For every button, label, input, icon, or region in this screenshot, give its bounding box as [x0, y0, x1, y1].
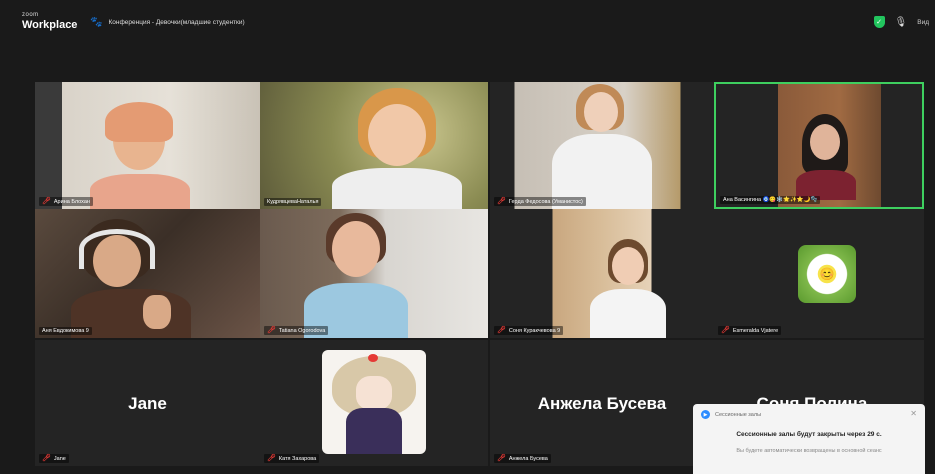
avatar-tile[interactable]: 🎤︎ Катя Захарова: [260, 340, 488, 466]
participant-body: [590, 289, 666, 338]
participant-head: [584, 92, 618, 132]
breakout-rooms-notification: ▶ Сессионные залы ✕ Сессионные залы буду…: [693, 404, 925, 474]
video-tile[interactable]: 🎤︎ Арина Блохан: [35, 82, 260, 209]
participant-body: [90, 174, 190, 209]
top-bar: zoom Workplace 🐾 Конференция - Девочки(м…: [0, 0, 935, 46]
mic-muted-icon: 🎤︎: [721, 327, 730, 334]
logo-big: Workplace: [22, 19, 78, 31]
mic-muted-icon: 🎤︎: [497, 327, 506, 334]
name-only-tile[interactable]: Jane 🎤︎ Jane: [35, 340, 260, 466]
video-tile[interactable]: КудрявцеваНаталья: [260, 82, 488, 209]
video-tile[interactable]: 🎤︎ Tatiana Ogorodova: [260, 209, 488, 338]
anime-character-outfit: [346, 408, 402, 454]
meeting-info[interactable]: 🐾 Конференция - Девочки(младшие студентк…: [90, 17, 245, 28]
microphone-icon[interactable]: 🎙: [895, 17, 908, 28]
smiley-icon: 😊: [819, 267, 835, 281]
notification-subtext: Вы будете автоматически возвращены в осн…: [736, 448, 882, 454]
view-button[interactable]: Вид: [917, 19, 929, 26]
participant-name-tag: 🎤︎ Арина Блохан: [39, 197, 93, 206]
close-icon[interactable]: ✕: [910, 409, 917, 418]
mic-muted-icon: 🎤︎: [267, 327, 276, 334]
mic-muted-icon: 🎤︎: [267, 455, 276, 462]
video-tile-active-speaker[interactable]: Ана Васингина 🧿😋❄️🌟✨⭐🌙🫧: [714, 82, 924, 209]
anime-character-accent: [368, 354, 378, 362]
zoom-icon: ▶: [701, 410, 710, 419]
participant-head: [368, 104, 426, 166]
participant-display-name: Анжела Бусева: [537, 394, 667, 413]
video-tile[interactable]: Аня Евдокимова 9: [35, 209, 260, 338]
headphones: [79, 229, 155, 269]
notification-message: Сессионные залы будут закрыты через 29 с…: [736, 431, 882, 438]
shield-icon[interactable]: ✓: [873, 16, 885, 28]
participant-body: [332, 168, 462, 209]
notification-header: ▶ Сессионные залы: [693, 404, 925, 419]
notification-title: Сессионные залы: [715, 411, 762, 418]
participant-name-tag: Аня Евдокимова 9: [39, 327, 92, 335]
top-right-controls: ✓ 🎙 Вид: [873, 16, 929, 28]
video-tile[interactable]: 🎤︎ Соня Куракчевова 9: [490, 209, 714, 338]
thumbs-up-hand: [143, 295, 171, 329]
participant-name-tag: КудрявцеваНаталья: [264, 198, 322, 206]
participant-display-name: Jane: [128, 394, 167, 413]
meeting-title: Конференция - Девочки(младшие студентки): [108, 19, 245, 26]
mic-muted-icon: 🎤︎: [42, 198, 51, 205]
mic-muted-icon: 🎤︎: [497, 198, 506, 205]
participant-hair: [105, 102, 173, 142]
zoom-logo: zoom Workplace: [22, 12, 77, 31]
video-tile[interactable]: 🎤︎ Герда Федосова (Уманистос): [490, 82, 714, 209]
name-only-tile[interactable]: Анжела Бусева 🎤︎ Анжела Бусева: [490, 340, 714, 466]
logo-small: zoom: [22, 12, 39, 18]
avatar: 😊: [798, 245, 856, 303]
participant-name-tag: 🎤︎ Герда Федосова (Уманистос): [494, 197, 586, 206]
participant-head: [810, 124, 840, 160]
anime-character-face: [356, 376, 392, 410]
participant-head: [332, 221, 380, 277]
participant-head: [612, 247, 644, 285]
paw-icon: 🐾: [90, 17, 103, 28]
participant-name-tag: Ана Васингина 🧿😋❄️🌟✨⭐🌙🫧: [720, 196, 821, 204]
mic-muted-icon: 🎤︎: [497, 455, 506, 462]
participant-name-tag: 🎤︎ Tatiana Ogorodova: [264, 326, 329, 335]
participant-name-tag: 🎤︎ Esmeralda Vjatere: [718, 326, 782, 335]
participant-name-tag: 🎤︎ Соня Куракчевова 9: [494, 326, 564, 335]
avatar-tile[interactable]: 😊 🎤︎ Esmeralda Vjatere: [714, 209, 924, 338]
participant-name-tag: 🎤︎ Анжела Бусева: [494, 454, 551, 463]
participant-name-tag: 🎤︎ Катя Захарова: [264, 454, 320, 463]
mic-muted-icon: 🎤︎: [42, 455, 51, 462]
avatar: [322, 350, 426, 454]
participant-name-tag: 🎤︎ Jane: [39, 454, 69, 463]
